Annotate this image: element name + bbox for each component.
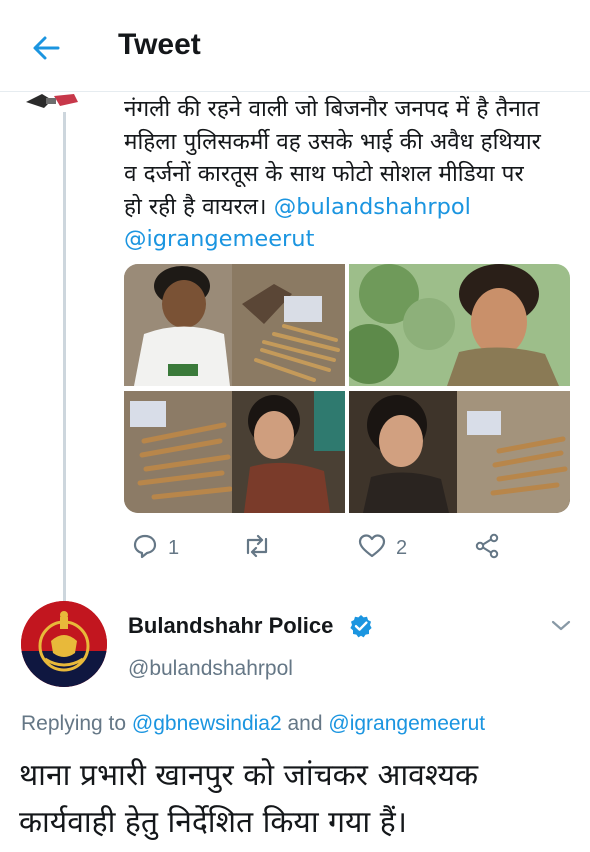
tweet-action-bar: 1 2: [124, 533, 570, 563]
reply-action[interactable]: 1: [132, 533, 179, 563]
top-app-bar: Tweet: [0, 0, 590, 92]
media-grid: [124, 264, 570, 513]
tweet-line: थाना प्रभारी खानपुर को जांचकर आवश्यक: [19, 758, 479, 793]
parent-avatar[interactable]: [24, 92, 80, 112]
share-icon: [474, 533, 500, 563]
retweet-icon: [242, 533, 272, 563]
mention-link[interactable]: @igrangemeerut: [124, 226, 314, 252]
share-action[interactable]: [474, 533, 500, 563]
replying-prefix: Replying to: [21, 712, 132, 735]
reply-count: 1: [168, 536, 180, 559]
tweet-line: महिला पुलिसकर्मी वह उसके भाई की अवैध हथि…: [124, 128, 541, 155]
heart-icon: [358, 533, 386, 563]
police-avatar[interactable]: [21, 601, 107, 687]
reply-icon: [132, 533, 158, 563]
tweet-line: @igrangemeerut: [124, 223, 570, 256]
retweet-action[interactable]: [242, 533, 272, 563]
parent-tweet-text: नंगली की रहने वाली जो बिजनौर जनपद में है…: [124, 93, 570, 256]
main-tweet-text: थाना प्रभारी खानपुर को जांचकर आवश्यक कार…: [19, 752, 579, 846]
tweet-line: नंगली की रहने वाली जो बिजनौर जनपद में है…: [124, 96, 540, 122]
like-count: 2: [396, 536, 408, 559]
media-image[interactable]: [349, 391, 570, 513]
mention-link[interactable]: @gbnewsindia2: [132, 712, 282, 735]
mention-link[interactable]: @igrangemeerut: [328, 712, 485, 735]
tweet-line: कार्यवाही हेतु निर्देशित किया गया हैं।: [19, 805, 408, 840]
thread-connector-line: [63, 92, 66, 602]
page-title: Tweet: [118, 28, 201, 61]
tweet-line: हो रही है वायरल। @bulandshahrpol: [124, 191, 570, 224]
chevron-down-icon[interactable]: [548, 614, 574, 636]
like-action[interactable]: 2: [358, 533, 407, 563]
tweet-text-tail: हो रही है वायरल।: [124, 193, 274, 220]
account-name[interactable]: Bulandshahr Police: [128, 613, 333, 639]
media-image[interactable]: [349, 264, 570, 386]
replying-to: Replying to @gbnewsindia2 and @igrangeme…: [21, 712, 485, 736]
tweet-line: व दर्जनों कारतूस के साथ फोटो सोशल मीडिया…: [124, 161, 524, 187]
media-image[interactable]: [124, 264, 345, 386]
account-handle[interactable]: @bulandshahrpol: [128, 657, 293, 681]
mention-link[interactable]: @bulandshahrpol: [274, 194, 471, 220]
back-arrow-icon[interactable]: [28, 30, 64, 66]
replying-and: and: [281, 712, 329, 735]
verified-badge-icon: [349, 614, 373, 638]
media-image[interactable]: [124, 391, 345, 513]
